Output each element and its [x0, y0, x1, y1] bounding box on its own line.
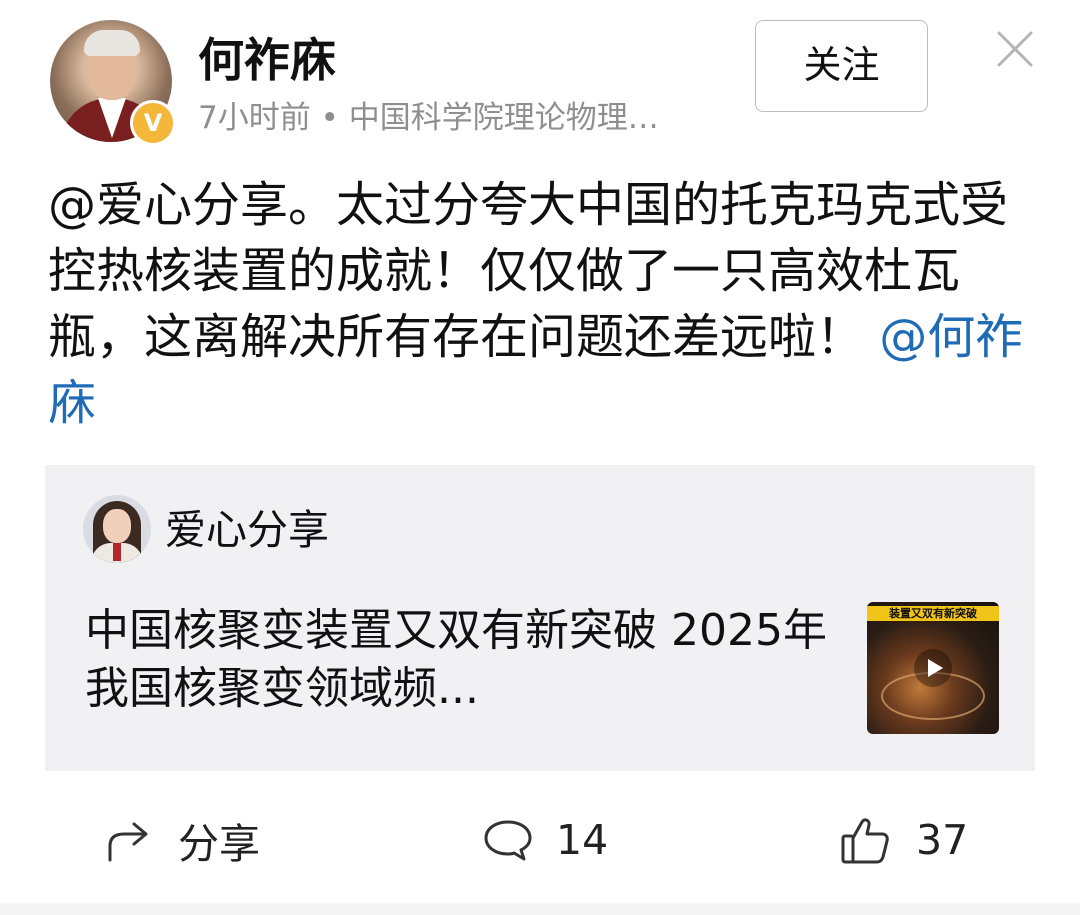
quoted-author-avatar[interactable] — [83, 495, 151, 563]
like-count: 37 — [916, 816, 969, 864]
follow-button[interactable]: 关注 — [755, 20, 928, 112]
thumbnail-caption: 装置又双有新突破 — [867, 606, 999, 621]
video-thumbnail[interactable]: 装置又双有新突破 — [867, 602, 999, 734]
close-icon[interactable] — [996, 30, 1034, 68]
share-label: 分享 — [178, 820, 260, 868]
comment-count: 14 — [556, 816, 609, 864]
post-meta: 7小时前 • 中国科学院理论物理… — [198, 100, 659, 136]
avatar-hair — [84, 30, 140, 56]
like-action[interactable]: 37 — [840, 808, 968, 872]
share-icon — [108, 822, 148, 862]
post-body: @爱心分享。太过分夸大中国的托克玛克式受控热核装置的成就！仅仅做了一只高效杜瓦瓶… — [48, 177, 1009, 365]
post-text: @爱心分享。太过分夸大中国的托克玛克式受控热核装置的成就！仅仅做了一只高效杜瓦瓶… — [48, 172, 1038, 436]
like-icon — [841, 818, 889, 864]
comment-icon — [484, 820, 532, 861]
author-name[interactable]: 何祚庥 — [198, 32, 336, 88]
share-action[interactable]: 分享 — [104, 808, 260, 872]
bottom-divider — [0, 903, 1080, 915]
quoted-avatar-face — [103, 509, 131, 543]
comment-action[interactable]: 14 — [482, 808, 608, 872]
quoted-title[interactable]: 中国核聚变装置又双有新突破 2025年我国核聚变领域频... — [85, 602, 845, 718]
quoted-author-name[interactable]: 爱心分享 — [165, 505, 329, 555]
play-icon[interactable] — [913, 648, 953, 688]
quoted-avatar-tie — [113, 543, 121, 561]
verified-badge-icon: V — [130, 100, 176, 146]
quoted-post-card[interactable]: 爱心分享 中国核聚变装置又双有新突破 2025年我国核聚变领域频... 装置又双… — [45, 465, 1035, 771]
